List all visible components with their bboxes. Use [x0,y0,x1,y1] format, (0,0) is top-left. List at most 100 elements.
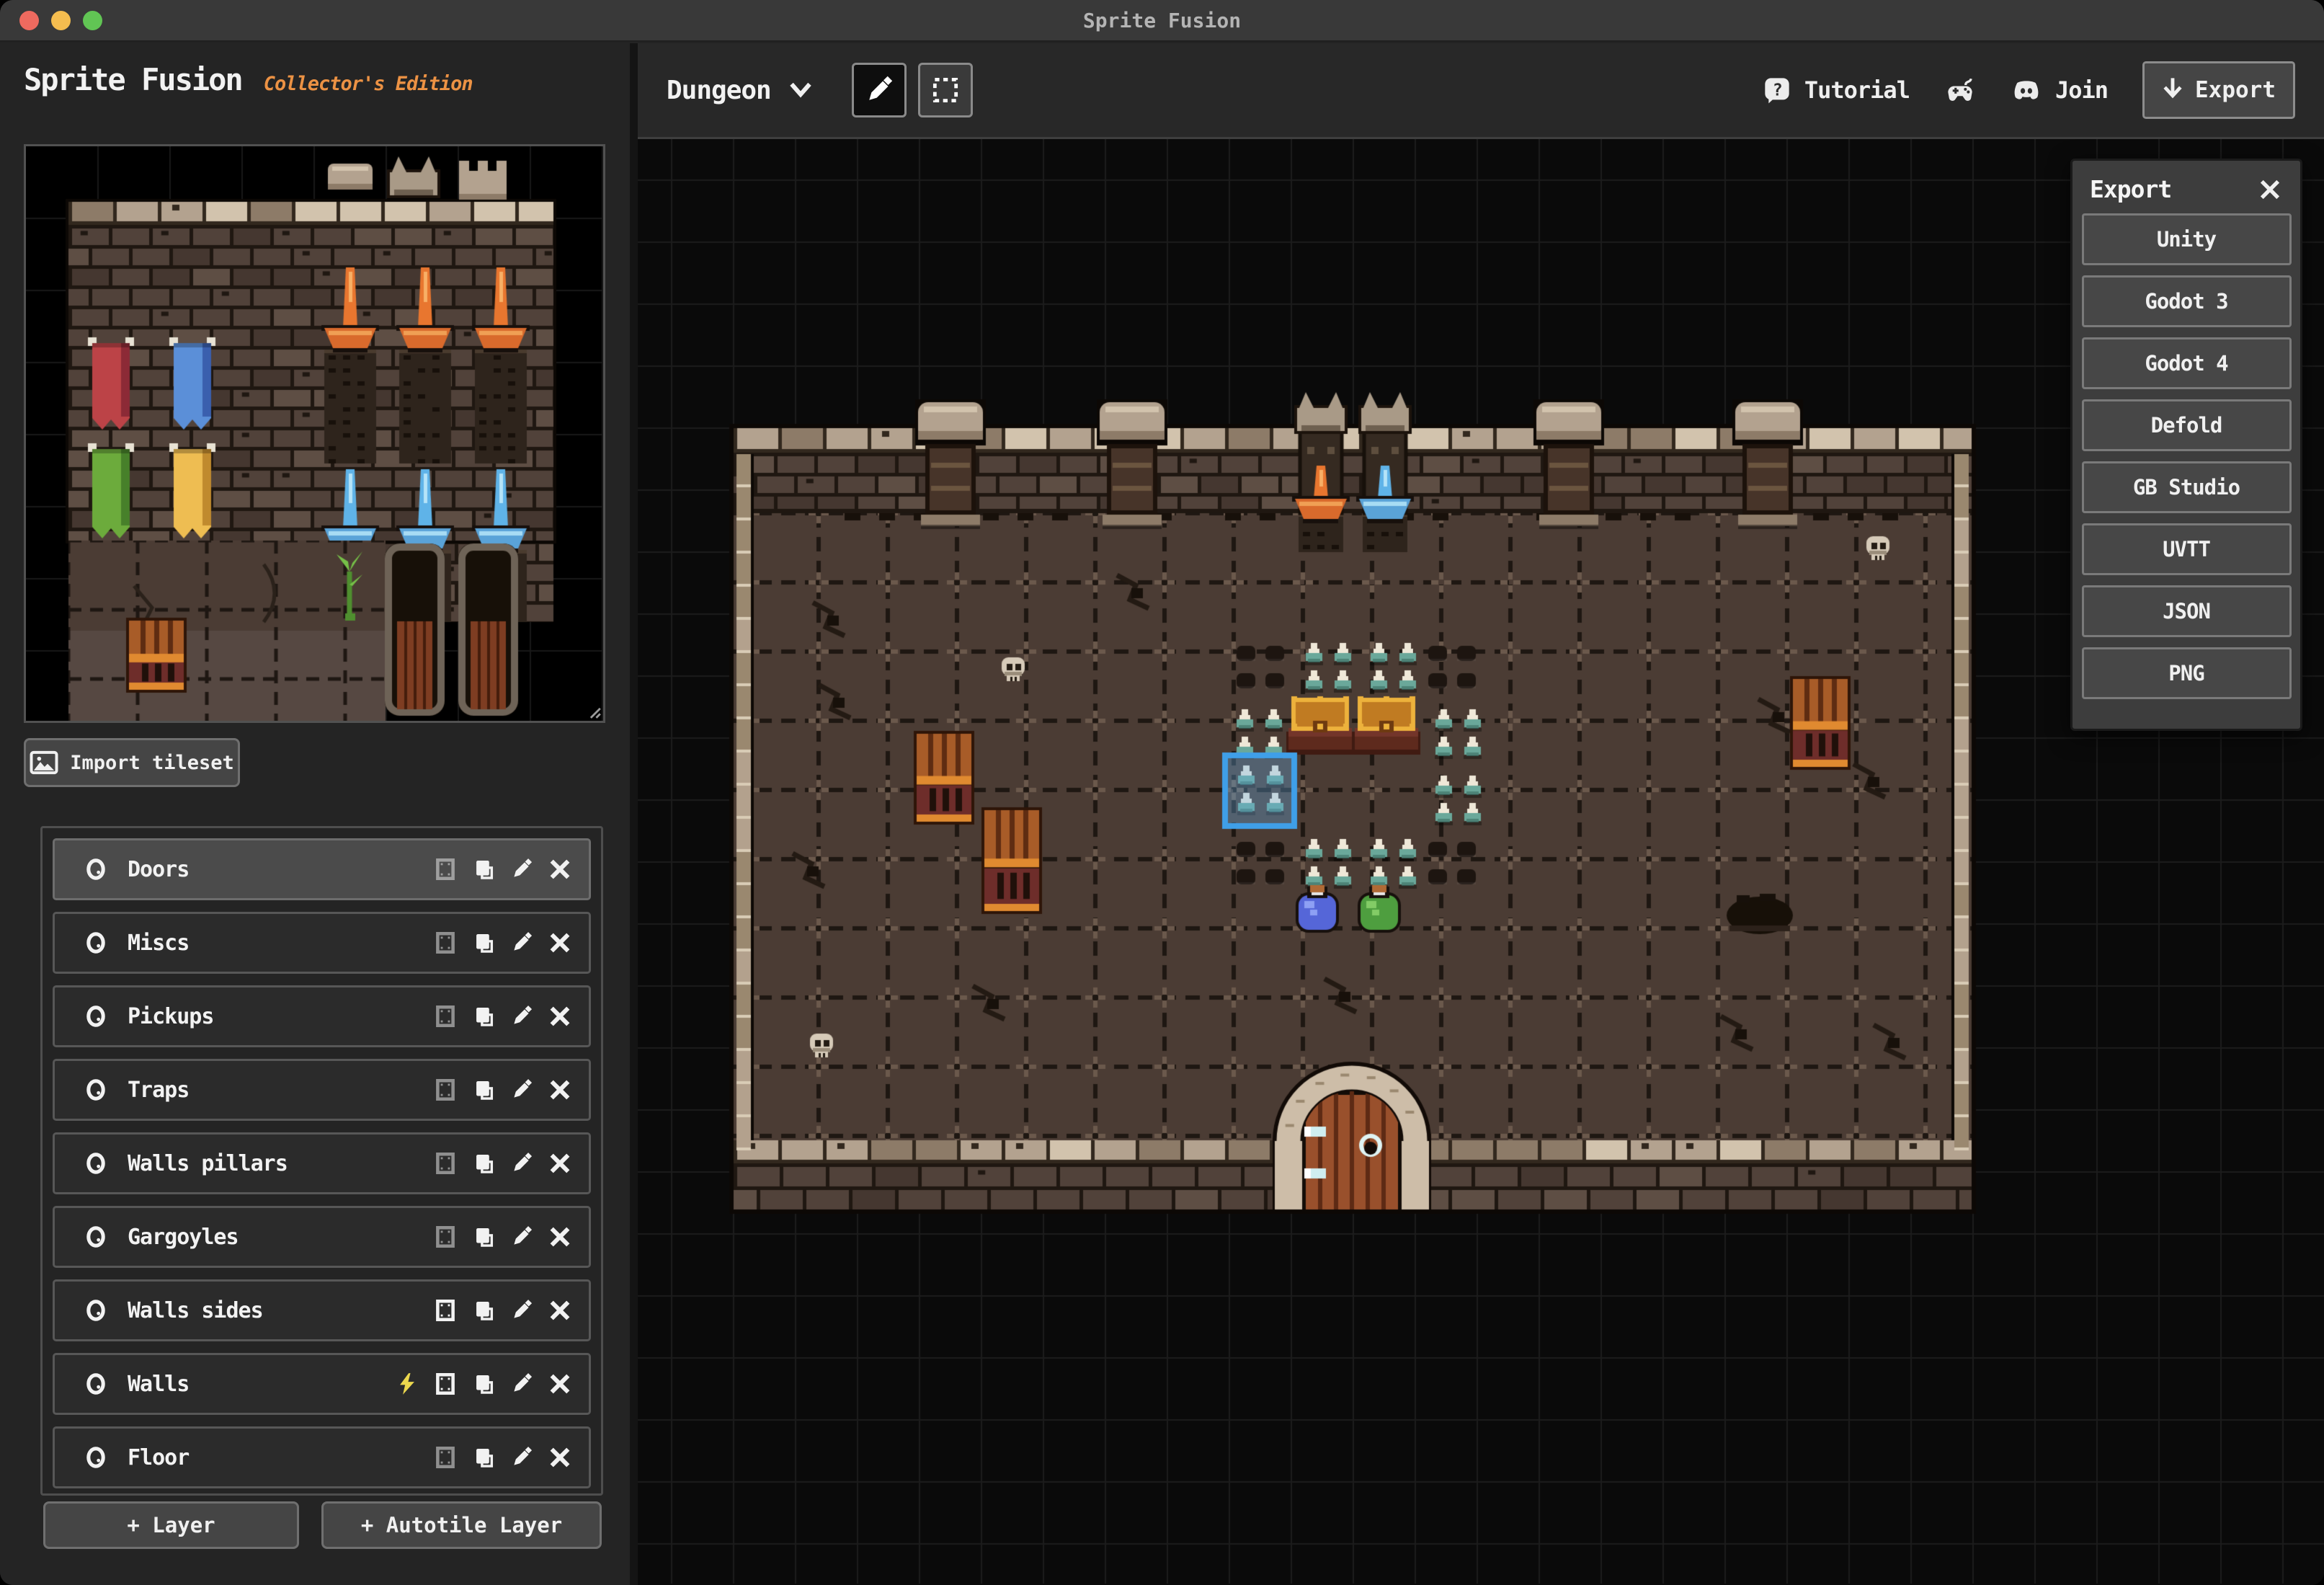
export-option-unity[interactable]: Unity [2082,213,2292,265]
visibility-icon[interactable] [83,1297,109,1323]
export-option-godot-3[interactable]: Godot 3 [2082,275,2292,327]
duplicate-icon[interactable] [471,1444,497,1470]
resize-handle-icon[interactable] [583,701,602,719]
image-icon [30,750,58,775]
tileset-canvas[interactable] [26,146,603,721]
layer-row-pickups[interactable]: Pickups [53,985,591,1047]
export-panel: Export Unity Godot 3 Godot 4 Defold GB Studi… [2070,159,2302,731]
layer-row-walls[interactable]: Walls [53,1353,591,1415]
delete-icon[interactable] [547,856,573,882]
duplicate-icon[interactable] [471,930,497,956]
layer-row-floor[interactable]: Floor [53,1426,591,1488]
layer-row-doors[interactable]: Doors [53,838,591,900]
edit-icon[interactable] [509,856,535,882]
layer-row-traps[interactable]: Traps [53,1059,591,1121]
edition-label: Collector's Edition [264,73,473,95]
marquee-select-tool-button[interactable] [918,63,973,117]
layer-name: Pickups [128,1004,213,1029]
export-button[interactable]: Export [2142,61,2295,119]
export-option-png[interactable]: PNG [2082,647,2292,699]
chevron-down-icon [790,82,811,98]
edit-icon[interactable] [509,1003,535,1029]
svg-text:?: ? [1773,79,1782,99]
visibility-icon[interactable] [83,1003,109,1029]
app-window: Sprite Fusion Sprite Fusion Collector's … [0,0,2324,1585]
edit-icon[interactable] [509,1077,535,1103]
layer-name: Floor [128,1445,189,1470]
delete-icon[interactable] [547,1224,573,1250]
add-autotile-layer-label: + Autotile Layer [361,1513,562,1537]
tutorial-button[interactable]: ? Tutorial [1763,76,1910,105]
visibility-icon[interactable] [83,856,109,882]
layer-row-miscs[interactable]: Miscs [53,912,591,974]
export-close-button[interactable] [2257,177,2283,203]
layer-row-walls-sides[interactable]: Walls sides [53,1279,591,1341]
collider-frame-icon[interactable] [432,1297,458,1323]
export-option-defold[interactable]: Defold [2082,399,2292,451]
discord-icon [2011,76,2042,105]
map-select-value: Dungeon [667,76,771,105]
map-select-dropdown[interactable]: Dungeon [667,76,811,105]
pencil-tool-button[interactable] [852,63,907,117]
delete-icon[interactable] [547,1150,573,1176]
app-logo: Sprite Fusion Collector's Edition [24,62,473,108]
visibility-icon[interactable] [83,1077,109,1103]
duplicate-icon[interactable] [471,1077,497,1103]
titlebar: Sprite Fusion [0,0,2324,42]
collider-frame-icon[interactable] [432,1224,458,1250]
layer-name: Doors [128,857,189,882]
delete-icon[interactable] [547,1297,573,1323]
games-button[interactable] [1944,74,1976,106]
collider-frame-icon[interactable] [432,1077,458,1103]
layer-name: Walls pillars [128,1151,288,1176]
duplicate-icon[interactable] [471,1150,497,1176]
visibility-icon[interactable] [83,930,109,956]
layer-row-walls-pillars[interactable]: Walls pillars [53,1132,591,1194]
add-layer-button[interactable]: + Layer [43,1501,299,1549]
collider-frame-icon[interactable] [432,856,458,882]
export-option-gb-studio[interactable]: GB Studio [2082,461,2292,513]
layer-row-gargoyles[interactable]: Gargoyles [53,1206,591,1268]
add-autotile-layer-button[interactable]: + Autotile Layer [321,1501,602,1549]
main-area: Sprite Fusion Collector's Edition Import… [0,43,2324,1585]
import-tileset-label: Import tileset [70,752,234,774]
collider-frame-icon[interactable] [432,1371,458,1397]
visibility-icon[interactable] [83,1224,109,1250]
edit-icon[interactable] [509,930,535,956]
add-layer-label: + Layer [127,1513,215,1537]
duplicate-icon[interactable] [471,1371,497,1397]
import-tileset-button[interactable]: Import tileset [24,738,240,787]
duplicate-icon[interactable] [471,1003,497,1029]
layer-actions: + Layer + Autotile Layer [0,1501,630,1552]
visibility-icon[interactable] [83,1150,109,1176]
collider-frame-icon[interactable] [432,1003,458,1029]
edit-icon[interactable] [509,1297,535,1323]
collider-frame-icon[interactable] [432,1444,458,1470]
canvas-panel: Dungeon [638,43,2324,1585]
export-option-json[interactable]: JSON [2082,585,2292,637]
duplicate-icon[interactable] [471,1297,497,1323]
delete-icon[interactable] [547,1003,573,1029]
canvas-toolbar: Dungeon [638,43,2324,139]
duplicate-icon[interactable] [471,1224,497,1250]
edit-icon[interactable] [509,1150,535,1176]
map-viewport: Export Unity Godot 3 Godot 4 Defold GB Studi… [638,139,2324,1585]
duplicate-icon[interactable] [471,856,497,882]
edit-icon[interactable] [509,1224,535,1250]
delete-icon[interactable] [547,930,573,956]
export-option-uvtt[interactable]: UVTT [2082,523,2292,575]
help-icon: ? [1763,76,1791,105]
visibility-icon[interactable] [83,1444,109,1470]
edit-icon[interactable] [509,1371,535,1397]
collider-frame-icon[interactable] [432,1150,458,1176]
delete-icon[interactable] [547,1077,573,1103]
join-discord-button[interactable]: Join [2011,76,2108,105]
collider-frame-icon[interactable] [432,930,458,956]
tutorial-label: Tutorial [1804,76,1910,104]
edit-icon[interactable] [509,1444,535,1470]
visibility-icon[interactable] [83,1371,109,1397]
export-panel-title: Export [2090,175,2171,203]
delete-icon[interactable] [547,1371,573,1397]
delete-icon[interactable] [547,1444,573,1470]
export-option-godot-4[interactable]: Godot 4 [2082,337,2292,389]
